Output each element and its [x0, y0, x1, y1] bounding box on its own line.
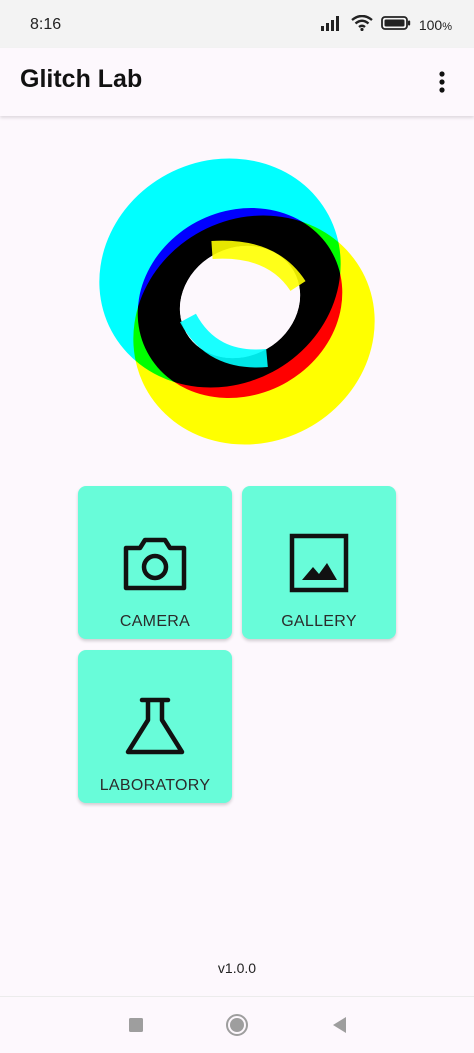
- version-label: v1.0.0: [217, 960, 257, 976]
- app-logo: [92, 158, 382, 448]
- gallery-label: GALLERY: [281, 613, 357, 630]
- overflow-menu-icon: [439, 71, 445, 93]
- battery-percentage: 100%: [418, 17, 452, 33]
- home-button[interactable]: [225, 1013, 249, 1037]
- image-icon: [289, 533, 349, 593]
- app-title: Glitch Lab: [20, 65, 143, 93]
- camera-label: CAMERA: [119, 613, 191, 630]
- flask-icon: [125, 697, 185, 755]
- system-nav-bar: [0, 996, 474, 1053]
- recents-button[interactable]: [124, 1013, 148, 1037]
- wifi-icon: [351, 14, 373, 36]
- overflow-menu-button[interactable]: [424, 64, 460, 100]
- back-icon: [333, 1017, 346, 1033]
- status-time: 8:16: [30, 16, 62, 33]
- status-bar: 8:16 100%: [0, 0, 474, 48]
- signal-icon: [320, 15, 343, 36]
- status-icons: 100%: [320, 14, 452, 36]
- laboratory-button[interactable]: LABORATORY: [78, 650, 232, 803]
- battery-icon: [380, 15, 411, 36]
- camera-button[interactable]: CAMERA: [78, 486, 232, 639]
- recents-icon: [129, 1018, 143, 1032]
- app-bar: Glitch Lab: [0, 48, 474, 116]
- gallery-button[interactable]: GALLERY: [242, 486, 396, 639]
- camera-icon: [123, 537, 187, 591]
- laboratory-label: LABORATORY: [99, 777, 211, 794]
- home-icon: [226, 1014, 248, 1036]
- back-button[interactable]: [328, 1013, 352, 1037]
